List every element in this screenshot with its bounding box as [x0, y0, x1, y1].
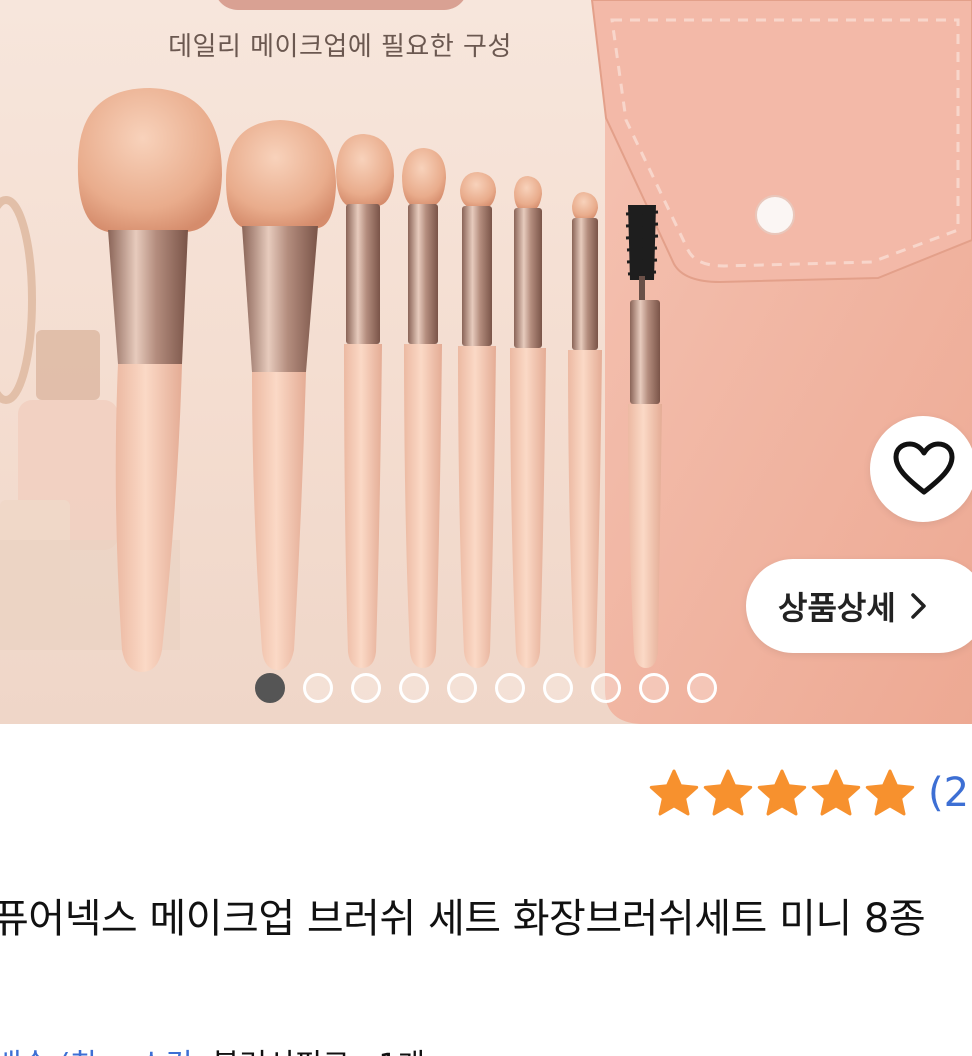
- brush-2: [226, 120, 336, 670]
- chevron-right-icon: [910, 592, 928, 620]
- star-icon: [703, 769, 753, 816]
- carousel-pagination: [255, 673, 735, 703]
- carousel-dot[interactable]: [591, 673, 621, 703]
- selected-option-line[interactable]: 배송 (찬… 스킨, 블러셔핑크 · 1개: [0, 1040, 425, 1056]
- carousel-dot[interactable]: [495, 673, 525, 703]
- product-detail-label: 상품상세: [778, 589, 896, 627]
- brush-5: [458, 172, 496, 668]
- brush-4: [402, 148, 446, 668]
- carousel-dot[interactable]: [687, 673, 717, 703]
- carousel-dot[interactable]: [639, 673, 669, 703]
- carousel-dot[interactable]: [399, 673, 429, 703]
- wishlist-button[interactable]: [870, 416, 972, 522]
- brush-6: [510, 176, 546, 668]
- mirror-frame: [0, 196, 36, 404]
- carousel-dot[interactable]: [543, 673, 573, 703]
- snap-button: [755, 195, 795, 235]
- product-detail-button[interactable]: 상품상세: [746, 559, 972, 653]
- rating-stars: [648, 768, 918, 818]
- carousel-dot[interactable]: [447, 673, 477, 703]
- carousel-dot[interactable]: [303, 673, 333, 703]
- selected-option-text: 배송 (찬… 스킨,: [0, 1048, 202, 1056]
- carousel-dot[interactable]: [351, 673, 381, 703]
- product-image-carousel[interactable]: 데일리 메이크업에 필요한 구성 상품상세: [0, 0, 972, 724]
- star-icon: [649, 769, 699, 816]
- carousel-dot[interactable]: [255, 673, 285, 703]
- star-icon: [865, 769, 915, 816]
- perfume-cap: [36, 330, 100, 400]
- star-icon: [811, 769, 861, 816]
- star-icon: [757, 769, 807, 816]
- rating-summary[interactable]: (23: [648, 768, 972, 818]
- brush-3: [336, 134, 394, 668]
- heart-outline-icon: [893, 441, 955, 495]
- selected-option-detail: 블러셔핑크 · 1개: [202, 1048, 425, 1056]
- product-title: 퓨어넥스 메이크업 브러쉬 세트 화장브러쉬세트 미니 8종: [0, 896, 926, 942]
- review-count-link[interactable]: (23: [928, 768, 972, 818]
- brush-7: [568, 192, 602, 668]
